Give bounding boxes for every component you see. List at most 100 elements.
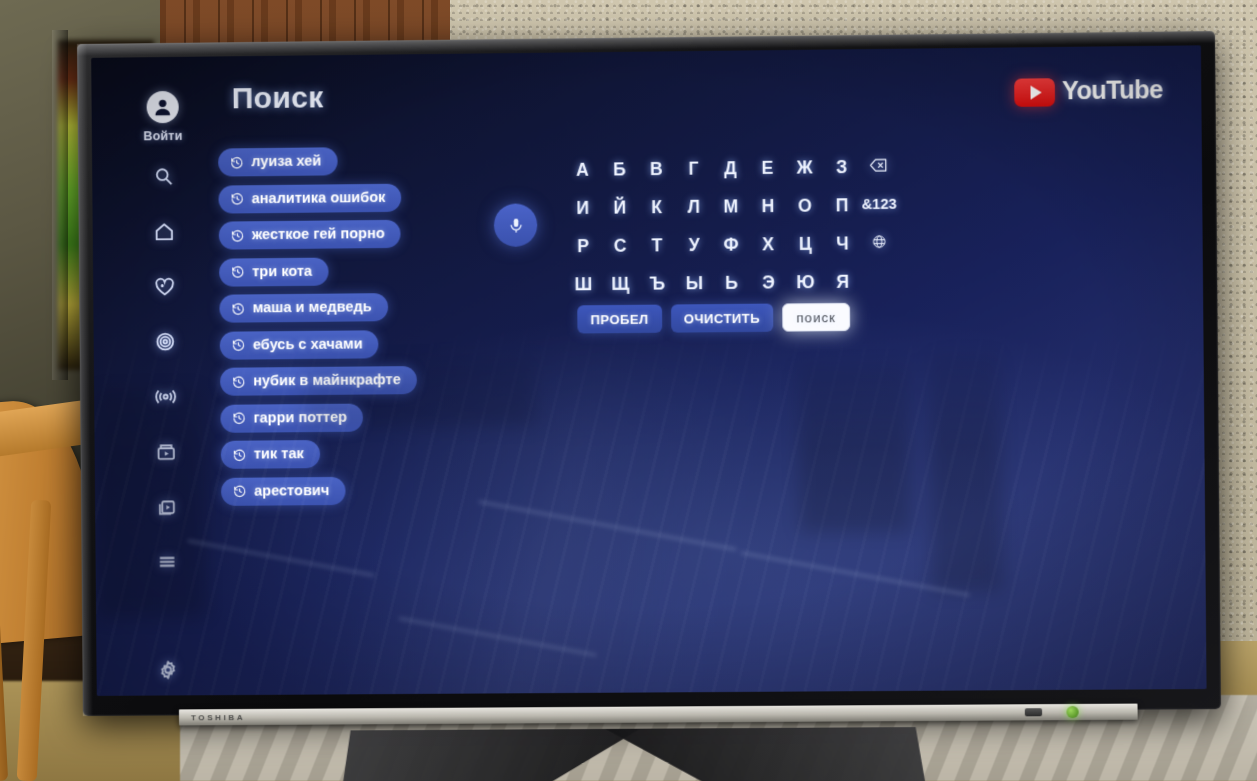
youtube-wordmark: YouTube: [1061, 76, 1163, 106]
keyboard-row-1: А Б В Г Д Е Ж З: [564, 147, 898, 189]
key-a[interactable]: А: [564, 159, 601, 180]
sidebar: Войти: [131, 77, 198, 686]
photo-of-tv-screen: Войти Поиск YouTube луиза хей аналитика …: [0, 0, 1257, 781]
youtube-play-badge-icon: [1014, 77, 1056, 107]
on-screen-keyboard: А Б В Г Д Е Ж З И Й К Л М Н О П &123 Р С…: [564, 147, 899, 303]
ir-sensor: [1024, 708, 1043, 717]
sidebar-item-settings[interactable]: [154, 656, 180, 682]
key-ye[interactable]: Е: [749, 157, 786, 178]
sidebar-item-movies[interactable]: [153, 438, 179, 464]
key-ze[interactable]: З: [823, 156, 860, 178]
key-soft-sign[interactable]: Ь: [713, 272, 750, 293]
suggestion-label: три кота: [252, 263, 313, 280]
history-clock-icon: [231, 266, 244, 278]
suggestion-label: жесткое гей порно: [251, 225, 385, 244]
history-clock-icon: [233, 412, 245, 424]
aquarium-glass-edge: [52, 30, 68, 380]
list-item[interactable]: нубик в майнкрафте: [220, 366, 418, 396]
key-i[interactable]: И: [564, 197, 601, 218]
list-item[interactable]: арестович: [220, 476, 346, 506]
key-te[interactable]: Т: [638, 235, 675, 256]
sidebar-item-home[interactable]: [151, 218, 177, 244]
key-short-i[interactable]: Й: [601, 197, 638, 218]
key-ka[interactable]: К: [638, 196, 675, 217]
suggestion-label: тик так: [253, 446, 304, 463]
account-avatar-icon[interactable]: [146, 90, 179, 124]
history-clock-icon: [232, 339, 244, 351]
key-el[interactable]: Л: [675, 196, 712, 217]
search-suggestions-list: луиза хей аналитика ошибок жесткое гей п…: [218, 146, 418, 506]
search-key[interactable]: поиск: [782, 302, 851, 332]
symbols-key[interactable]: &123: [861, 197, 898, 213]
key-zhe[interactable]: Ж: [786, 157, 823, 179]
list-item[interactable]: жесткое гей порно: [218, 219, 401, 250]
history-clock-icon: [233, 448, 245, 460]
history-clock-icon: [232, 302, 244, 314]
sidebar-item-trending[interactable]: [152, 328, 178, 354]
language-key[interactable]: [861, 232, 898, 253]
tv-screen: Войти Поиск YouTube луиза хей аналитика …: [91, 45, 1207, 696]
key-e[interactable]: Э: [750, 272, 787, 293]
brand-label: TOSHIBA: [190, 713, 246, 723]
suggestion-label: ебусь с хачами: [252, 335, 363, 353]
globe-language-icon: [872, 234, 887, 249]
power-led: [1066, 705, 1079, 719]
page-title: Поиск: [231, 81, 324, 116]
youtube-logo: YouTube: [1014, 76, 1163, 107]
key-che[interactable]: Ч: [824, 233, 861, 254]
microphone-icon: [506, 217, 524, 234]
key-er[interactable]: Р: [565, 235, 602, 256]
key-shcha[interactable]: Щ: [602, 273, 639, 294]
sidebar-item-live[interactable]: [152, 383, 178, 409]
suggestion-label: гарри поттер: [253, 409, 348, 427]
history-clock-icon: [233, 485, 246, 497]
key-pe[interactable]: П: [823, 195, 860, 217]
key-ve[interactable]: В: [638, 158, 675, 179]
suggestion-label: маша и медведь: [252, 299, 372, 317]
keyboard-action-buttons: ПРОБЕЛ ОЧИСТИТЬ поиск: [577, 302, 851, 334]
sidebar-item-search[interactable]: [150, 163, 176, 189]
key-em[interactable]: М: [712, 196, 749, 217]
key-o[interactable]: О: [786, 195, 823, 216]
keyboard-row-2: И Й К Л М Н О П &123: [564, 186, 898, 228]
sidebar-item-menu[interactable]: [154, 548, 180, 574]
list-item[interactable]: луиза хей: [218, 147, 338, 177]
list-item[interactable]: три кота: [219, 257, 329, 287]
key-ge[interactable]: Г: [675, 158, 712, 179]
key-u[interactable]: У: [675, 234, 712, 255]
voice-search-button[interactable]: [493, 203, 538, 247]
list-item[interactable]: ебусь с хачами: [219, 329, 379, 360]
key-yu[interactable]: Ю: [787, 271, 824, 292]
list-item[interactable]: маша и медведь: [219, 293, 388, 323]
suggestion-label: арестович: [254, 482, 330, 500]
key-sha[interactable]: Ш: [565, 274, 602, 295]
list-item[interactable]: аналитика ошибок: [218, 183, 402, 214]
sidebar-item-subscriptions[interactable]: [151, 273, 177, 299]
key-hard-sign[interactable]: Ъ: [639, 273, 676, 294]
key-en[interactable]: Н: [749, 195, 786, 216]
sign-in-label[interactable]: Войти: [143, 129, 182, 143]
sidebar-item-library[interactable]: [153, 493, 179, 519]
backspace-key[interactable]: [860, 156, 897, 178]
history-clock-icon: [232, 375, 245, 387]
history-clock-icon: [231, 229, 243, 241]
history-clock-icon: [230, 156, 243, 168]
key-be[interactable]: Б: [601, 159, 638, 180]
key-ha[interactable]: Х: [750, 234, 787, 255]
keyboard-row-3: Р С Т У Ф Х Ц Ч: [564, 224, 898, 265]
key-tse[interactable]: Ц: [787, 233, 824, 254]
list-item[interactable]: тик так: [220, 440, 320, 469]
keyboard-row-4: Ш Щ Ъ Ы Ь Э Ю Я: [565, 262, 899, 303]
suggestion-label: луиза хей: [251, 153, 322, 171]
sidebar-nav-list: [150, 163, 180, 574]
key-yery[interactable]: Ы: [676, 272, 713, 293]
key-de[interactable]: Д: [712, 158, 749, 179]
list-item[interactable]: гарри поттер: [220, 403, 364, 433]
suggestion-label: аналитика ошибок: [251, 189, 386, 207]
key-ya[interactable]: Я: [824, 271, 861, 292]
key-es[interactable]: С: [602, 235, 639, 256]
clear-key[interactable]: ОЧИСТИТЬ: [670, 303, 774, 333]
key-ef[interactable]: Ф: [713, 234, 750, 255]
space-key[interactable]: ПРОБЕЛ: [577, 304, 662, 334]
history-clock-icon: [231, 193, 243, 205]
